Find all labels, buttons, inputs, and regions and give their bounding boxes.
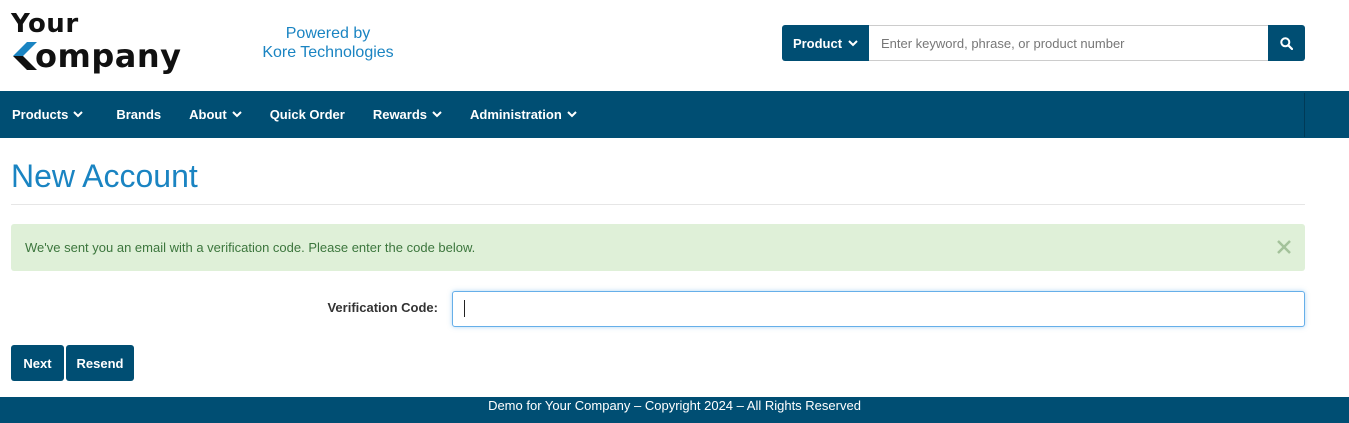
powered-by-line2: Kore Technologies [262, 44, 394, 61]
site-footer: Demo for Your Company – Copyright 2024 –… [0, 397, 1349, 423]
main-nav: Products Brands About Quick Order Reward… [0, 91, 1349, 138]
nav-item-brands[interactable]: Brands [102, 91, 175, 138]
nav-item-products[interactable]: Products [0, 91, 102, 138]
alert-close-button[interactable] [1275, 237, 1293, 257]
search-input[interactable] [869, 25, 1268, 61]
close-icon [1277, 240, 1291, 254]
nav-item-label: About [189, 107, 227, 122]
chevron-down-icon [567, 111, 577, 118]
chevron-down-icon [73, 111, 84, 118]
alert-message: We've sent you an email with a verificat… [25, 240, 476, 255]
chevron-down-icon [848, 39, 858, 46]
search-type-label: Product [792, 35, 843, 51]
company-logo[interactable]: Your ompany [11, 9, 181, 75]
footer-copyright: Demo for Your Company – Copyright 2024 –… [488, 398, 861, 413]
nav-items: Products Brands About Quick Order Reward… [0, 91, 591, 138]
verification-code-label: Verification Code: [327, 300, 438, 315]
logo-line1: Your [11, 9, 79, 39]
search-bar: Product [782, 25, 1305, 61]
page-title: New Account [11, 158, 198, 194]
next-button[interactable]: Next [11, 345, 64, 381]
powered-by-line1: Powered by [285, 25, 371, 42]
nav-divider [1304, 93, 1305, 137]
chevron-down-icon [432, 111, 442, 118]
success-alert: We've sent you an email with a verificat… [11, 224, 1305, 271]
nav-item-label: Administration [470, 107, 562, 122]
search-type-dropdown[interactable]: Product [782, 25, 869, 61]
nav-item-label: Quick Order [269, 107, 345, 122]
powered-by: Powered by Kore Technologies [252, 24, 404, 62]
logo-line2: ompany [35, 37, 182, 75]
search-icon [1280, 36, 1293, 50]
search-button[interactable] [1268, 25, 1305, 61]
page: Your ompany Powered by Kore Technologies… [0, 0, 1349, 423]
title-divider [11, 204, 1305, 205]
nav-item-quick-order[interactable]: Quick Order [256, 91, 359, 138]
text-caret [464, 300, 465, 317]
nav-item-administration[interactable]: Administration [456, 91, 591, 138]
site-header: Your ompany Powered by Kore Technologies… [0, 0, 1349, 91]
nav-item-rewards[interactable]: Rewards [359, 91, 456, 138]
nav-item-label: Rewards [372, 107, 428, 122]
resend-button[interactable]: Resend [66, 345, 134, 381]
nav-item-about[interactable]: About [175, 91, 256, 138]
nav-item-label: Products [12, 107, 69, 122]
nav-item-label: Brands [116, 107, 162, 122]
verification-code-input[interactable] [452, 291, 1305, 327]
chevron-down-icon [231, 111, 242, 118]
